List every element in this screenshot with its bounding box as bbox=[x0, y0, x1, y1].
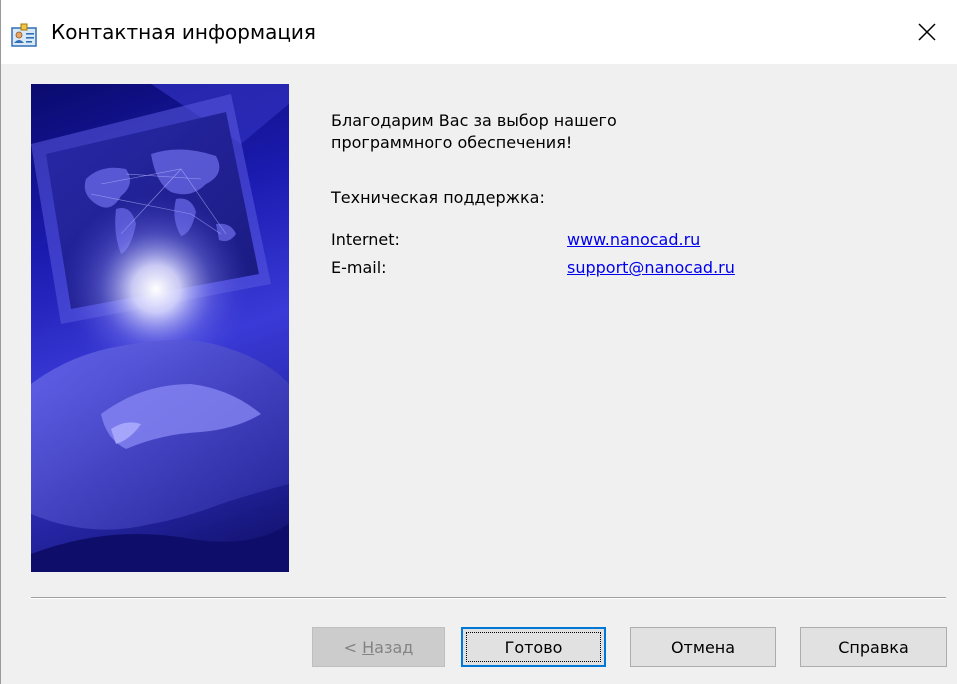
email-link[interactable]: support@nanocad.ru bbox=[567, 258, 735, 277]
help-button-label: Справка bbox=[838, 637, 909, 657]
website-link[interactable]: www.nanocad.ru bbox=[567, 230, 700, 249]
cancel-button[interactable]: Отмена bbox=[630, 627, 776, 667]
handshake-globe-illustration bbox=[31, 84, 289, 572]
support-heading: Техническая поддержка: bbox=[331, 188, 545, 207]
finish-button[interactable]: Готово bbox=[461, 627, 606, 667]
close-button[interactable] bbox=[897, 0, 957, 64]
contact-info-dialog: Контактная информация Благодарим Вас за … bbox=[0, 0, 957, 684]
back-button-rest: азад bbox=[374, 637, 414, 657]
email-label: E-mail: bbox=[331, 258, 387, 277]
thanks-message: Благодарим Вас за выбор нашего программн… bbox=[331, 111, 617, 152]
back-button-accel: Н bbox=[362, 637, 375, 657]
footer-separator bbox=[31, 597, 946, 599]
back-button-prefix: < bbox=[343, 637, 363, 657]
contact-card-icon bbox=[11, 23, 37, 47]
internet-label: Internet: bbox=[331, 230, 400, 249]
contact-row-email: E-mail: support@nanocad.ru bbox=[331, 258, 931, 280]
cancel-button-label: Отмена bbox=[670, 637, 736, 657]
close-icon bbox=[918, 23, 936, 41]
back-button[interactable]: < Назад bbox=[312, 627, 445, 667]
focus-rectangle bbox=[466, 632, 601, 662]
help-button[interactable]: Справка bbox=[800, 627, 947, 667]
wizard-banner-image bbox=[31, 84, 289, 572]
window-title: Контактная информация bbox=[51, 20, 316, 44]
contact-row-internet: Internet: www.nanocad.ru bbox=[331, 230, 931, 252]
title-bar: Контактная информация bbox=[1, 0, 957, 65]
